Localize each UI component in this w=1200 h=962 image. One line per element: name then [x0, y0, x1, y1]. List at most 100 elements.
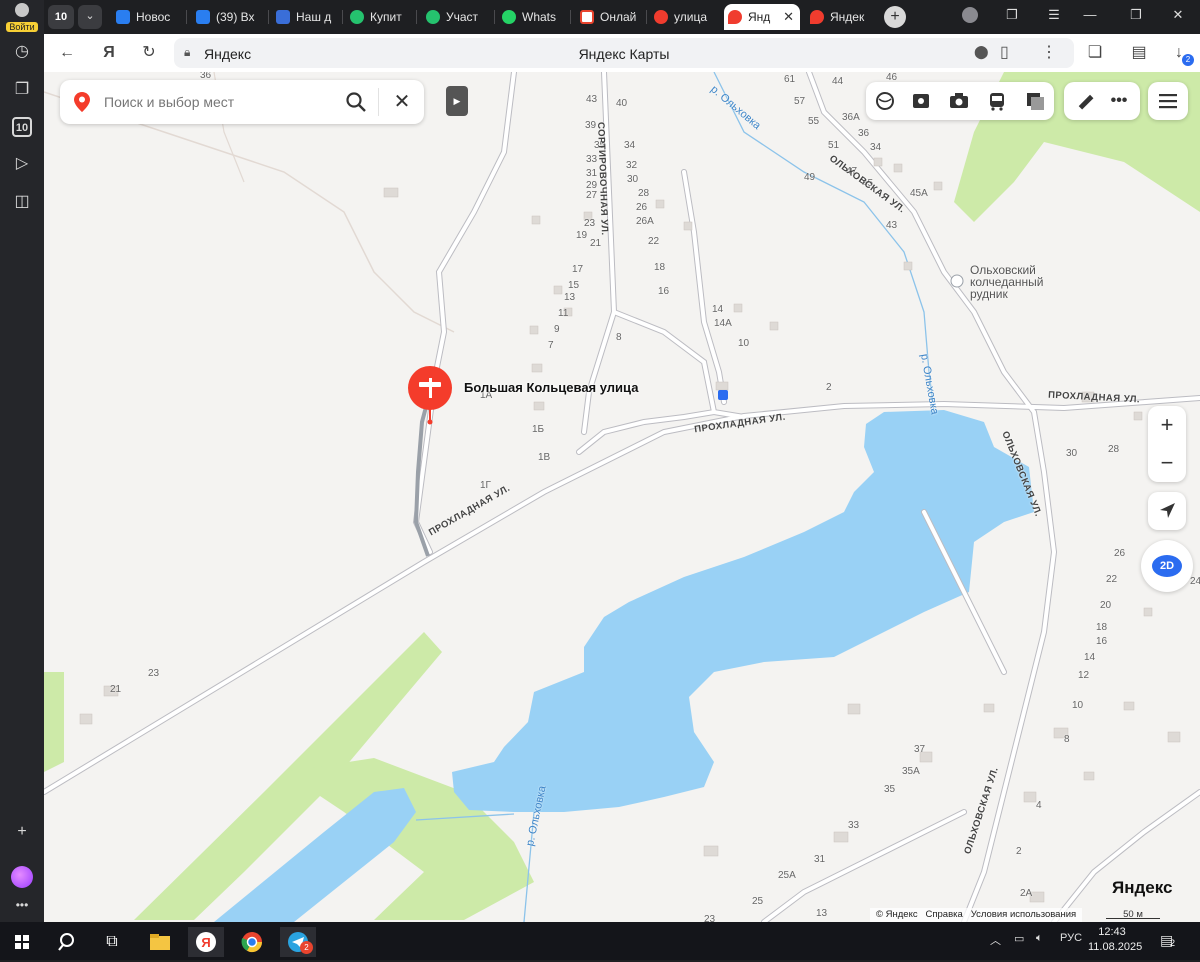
house-number: 40	[616, 98, 628, 109]
tab-ulitsa[interactable]: улица	[650, 4, 718, 30]
house-number: 17	[572, 264, 584, 275]
login-button[interactable]: Войти	[4, 3, 40, 32]
downloads-icon[interactable]: ↓ 2	[1168, 42, 1194, 66]
map-pin-icon	[74, 92, 90, 112]
search-button[interactable]	[50, 927, 86, 957]
tab-uchast[interactable]: Участ	[422, 4, 490, 30]
house-number: 25	[752, 896, 764, 907]
tab-counter-button[interactable]: 10	[48, 5, 74, 29]
clock[interactable]: 12:43 11.08.2025	[1088, 925, 1142, 955]
house-number: 23	[704, 914, 716, 922]
network-icon[interactable]: ▭	[1014, 932, 1024, 945]
tab-mail[interactable]: (39) Вх	[192, 4, 264, 30]
house-number: 45А	[910, 188, 928, 199]
tab-yandex[interactable]: Яндек	[806, 4, 876, 30]
telegram-icon[interactable]: 2	[280, 927, 316, 957]
tab-label: Новос	[136, 10, 171, 24]
scale-indicator: 50 м	[1106, 908, 1160, 922]
address-toolbar: ← Я ↻ 🔒︎ Яндекс Яндекс Карты ⬤ ▯ ⋮ ❏ ▤ ↓…	[44, 34, 1200, 72]
view-mode-label: 2D	[1152, 555, 1182, 577]
task-view-icon[interactable]: ⧉	[94, 927, 130, 957]
protect-icon[interactable]: ▤	[1128, 42, 1150, 64]
history-icon[interactable]: ◷	[10, 40, 34, 64]
bookmark-icon[interactable]: ▯	[1000, 42, 1009, 62]
start-button[interactable]	[4, 927, 40, 957]
tab-yandex-maps-active[interactable]: Янд ✕	[724, 4, 800, 30]
house-number: 8	[1064, 734, 1070, 745]
mail-at-icon	[116, 10, 130, 24]
location-pin-icon[interactable]: ⬤	[974, 44, 989, 60]
zoom-out-button[interactable]: −	[1148, 444, 1186, 482]
view-mode-button[interactable]: 2D	[1141, 540, 1193, 592]
house-number: 1Г	[480, 480, 491, 491]
menu-icon[interactable]: ☰	[1044, 7, 1064, 23]
locate-button[interactable]	[1148, 492, 1186, 530]
lake	[452, 410, 1034, 812]
new-tab-button[interactable]: +	[884, 6, 906, 28]
chevron-down-icon[interactable]: ⌄	[78, 5, 102, 29]
profile-icon[interactable]	[960, 7, 980, 26]
poi-mine-label[interactable]: Ольховский колчеданный рудник	[970, 264, 1066, 300]
map-canvas[interactable]: 36 43 40 39 35 34 33 32 31 30 29 28 27 26 23 26А 19 21 22 1…	[44, 72, 1200, 922]
close-window-icon[interactable]: ✕	[1168, 7, 1188, 23]
house-number: 2	[826, 382, 832, 393]
menu-button[interactable]	[1148, 82, 1188, 120]
house-number: 1Б	[532, 424, 545, 435]
minimize-icon[interactable]: —	[1080, 7, 1100, 22]
back-icon[interactable]: ←	[56, 42, 78, 64]
ruler-icon[interactable]: ▬	[1069, 85, 1100, 116]
restore-icon[interactable]: ❐	[1126, 7, 1146, 23]
file-explorer-icon[interactable]	[142, 927, 178, 957]
photo-icon[interactable]	[948, 90, 970, 112]
house-number: 15	[568, 280, 580, 291]
more-vertical-icon[interactable]: ⋮	[1038, 42, 1060, 64]
reader-icon[interactable]: ❏	[1084, 42, 1106, 64]
tab-kupit[interactable]: Купит	[346, 4, 412, 30]
search-box[interactable]: Поиск и выбор мест ✕	[60, 80, 424, 124]
house-number: 16	[658, 286, 670, 297]
house-number: 35А	[902, 766, 920, 777]
transport-icon[interactable]	[986, 90, 1008, 112]
panorama-icon[interactable]	[910, 90, 932, 112]
tab-count-icon[interactable]: 10	[12, 117, 32, 137]
tab-online[interactable]: Онлай	[576, 4, 642, 30]
browser-window: Войти ◷ ❐ 10 ▷ ◫ + ••• 10 ⌄ Новос (39) В…	[0, 0, 1200, 922]
screenshot-icon[interactable]: ◫	[10, 190, 34, 214]
yandex-browser-icon[interactable]: Я	[188, 927, 224, 957]
volume-icon[interactable]: 🔈︎	[1036, 932, 1043, 945]
tab-news[interactable]: Новос	[112, 4, 182, 30]
tab-label: Яндек	[830, 10, 865, 24]
more-icon[interactable]: •••	[1108, 90, 1130, 112]
chevron-up-icon[interactable]: ︿	[990, 932, 1001, 948]
language-indicator[interactable]: РУС	[1060, 932, 1082, 944]
tab-whatsapp[interactable]: Whats	[498, 4, 566, 30]
close-icon[interactable]: ✕	[390, 90, 414, 114]
video-icon[interactable]: ▷	[10, 152, 34, 176]
selected-place-label[interactable]: Большая Кольцевая улица	[464, 380, 638, 395]
layers-globe-icon[interactable]	[874, 90, 896, 112]
add-panel-icon[interactable]: +	[10, 820, 34, 844]
svg-text:Я: Я	[201, 935, 210, 950]
yandex-home-icon[interactable]: Я	[98, 42, 120, 64]
reload-icon[interactable]: ↻	[138, 42, 160, 64]
alice-assistant-icon[interactable]	[11, 866, 33, 888]
close-tab-icon[interactable]: ✕	[783, 4, 794, 30]
house-number: 18	[654, 262, 666, 273]
search-input[interactable]: Поиск и выбор мест	[104, 94, 234, 110]
tab-nash[interactable]: Наш д	[272, 4, 338, 30]
house-number: 55	[808, 116, 820, 127]
house-number: 11	[558, 308, 569, 319]
terms-link[interactable]: Условия использования	[971, 909, 1076, 920]
notifications-icon[interactable]: ▤ 2	[1160, 932, 1175, 949]
address-bar[interactable]: 🔒︎ Яндекс Яндекс Карты ⬤ ▯	[174, 38, 1074, 68]
extensions-icon[interactable]: ❐	[1002, 7, 1022, 23]
zoom-in-button[interactable]: +	[1148, 406, 1186, 444]
panel-toggle-button[interactable]: ▶	[446, 86, 468, 116]
map-layers-icon[interactable]	[1024, 90, 1046, 112]
hamburger-icon	[1159, 94, 1177, 109]
chrome-icon[interactable]	[234, 927, 270, 957]
help-link[interactable]: Справка	[926, 909, 963, 920]
collections-icon[interactable]: ❐	[10, 78, 34, 102]
search-icon[interactable]	[344, 90, 368, 114]
more-icon[interactable]: •••	[10, 893, 34, 917]
